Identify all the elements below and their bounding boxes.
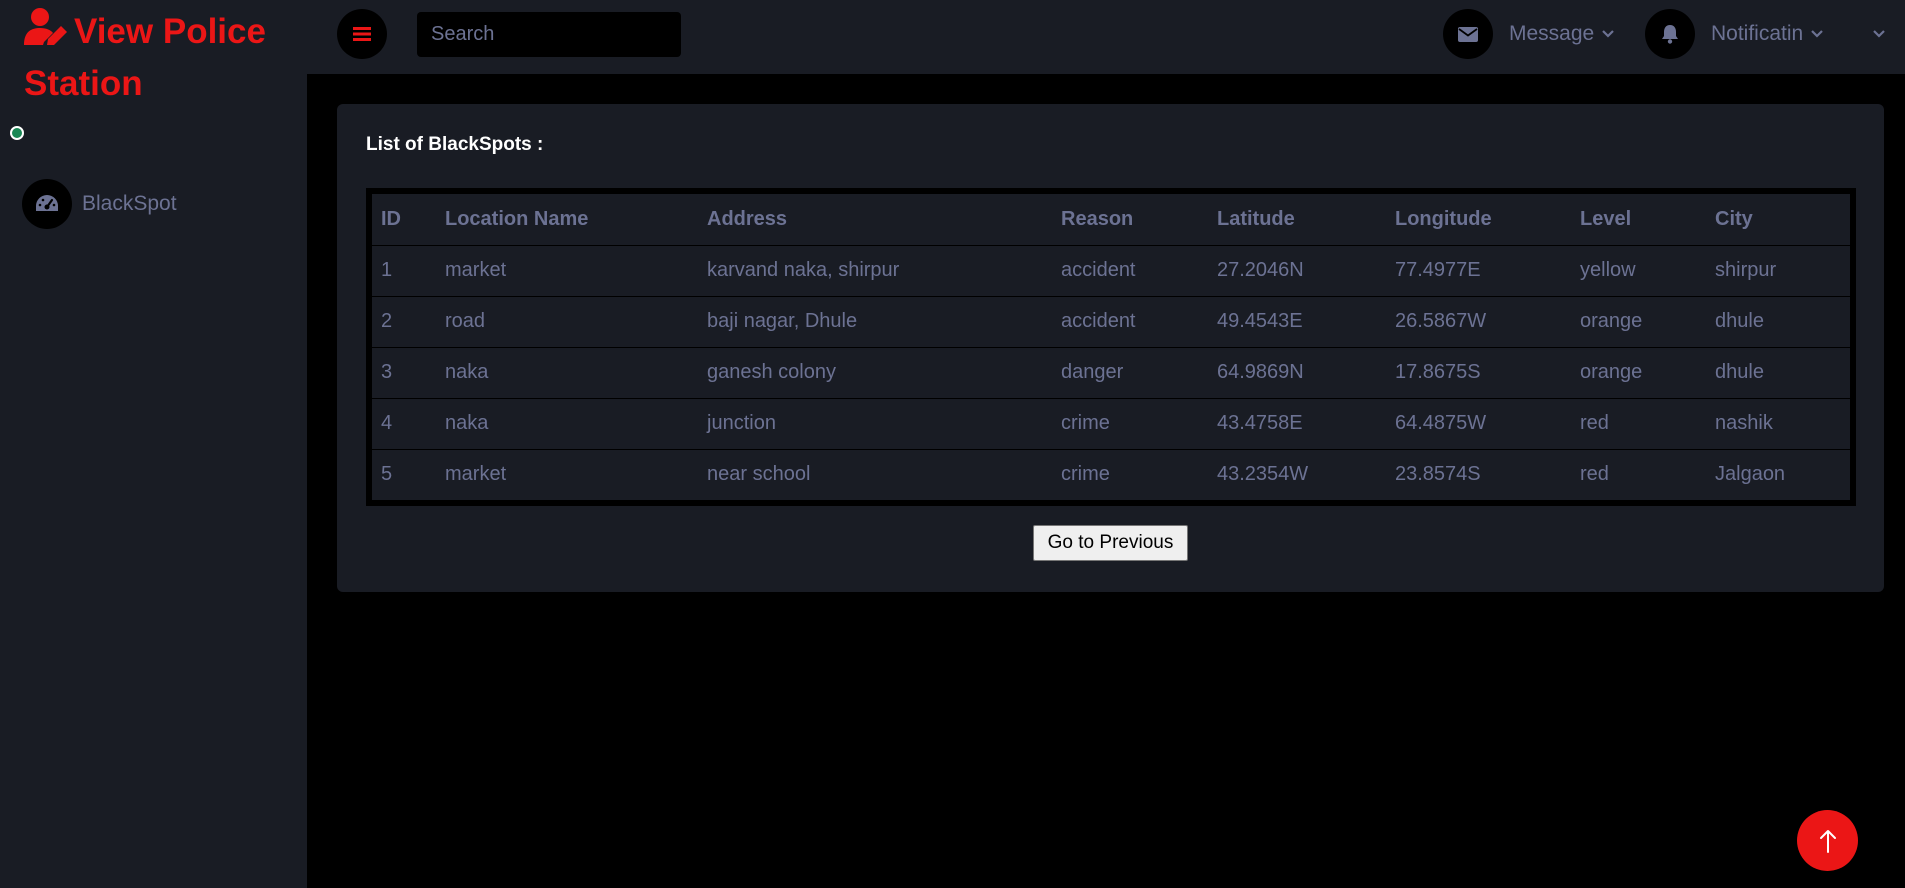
column-header-city: City [1706, 194, 1850, 246]
cell-level: yellow [1571, 245, 1706, 297]
cell-longitude: 23.8574S [1395, 463, 1481, 486]
table-header-row: ID Location Name Address Reason Latitude… [372, 194, 1850, 246]
cell-reason: accident [1052, 296, 1208, 348]
cell-id: 3 [372, 347, 436, 399]
back-to-top-button[interactable] [1797, 810, 1858, 871]
user-dropdown[interactable] [1865, 9, 1885, 59]
brand-title-link[interactable]: View Police Station [24, 6, 294, 110]
chevron-down-icon [1811, 30, 1823, 38]
bell-icon [1645, 9, 1695, 59]
table-row: 4 naka junction crime 43.4758E 64.4875W … [372, 398, 1850, 450]
sidebar: View Police Station BlackSpot [0, 0, 307, 888]
message-dropdown[interactable]: Message [1443, 9, 1614, 59]
table-row: 5 market near school crime 43.2354W 23.8… [372, 449, 1850, 500]
panel-title: List of BlackSpots : [366, 134, 544, 155]
go-to-previous-button[interactable]: Go to Previous [1033, 525, 1188, 561]
cell-reason: crime [1061, 463, 1110, 486]
blackspot-list-panel: List of BlackSpots : ID Location Name Ad… [337, 104, 1884, 592]
cell-reason: danger [1052, 347, 1208, 399]
cell-address: ganesh colony [698, 347, 1052, 399]
user-edit-icon [24, 8, 67, 45]
cell-location-name: road [436, 296, 698, 348]
cell-level: orange [1571, 296, 1706, 348]
online-status-dot [10, 126, 24, 140]
sidebar-item-label: BlackSpot [82, 192, 177, 215]
cell-longitude: 17.8675S [1386, 347, 1571, 399]
cell-reason: accident [1052, 245, 1208, 297]
cell-city: shirpur [1706, 245, 1850, 297]
top-navbar: Message Notificatin [307, 0, 1905, 74]
tachometer-icon [22, 179, 72, 229]
cell-latitude: 49.4543E [1208, 296, 1386, 348]
cell-id: 1 [372, 245, 436, 297]
cell-latitude: 43.2354W [1217, 463, 1309, 486]
blackspot-table-container: ID Location Name Address Reason Latitude… [366, 188, 1856, 506]
sidebar-toggle-button[interactable] [337, 9, 387, 59]
cell-city: dhule [1706, 347, 1850, 399]
cell-latitude: 64.9869N [1208, 347, 1386, 399]
cell-city: Jalgaon [1715, 463, 1786, 486]
table-row: 3 naka ganesh colony danger 64.9869N 17.… [372, 347, 1850, 399]
chevron-down-icon [1873, 30, 1885, 38]
cell-address: near school [707, 463, 811, 486]
cell-location-name: naka [436, 398, 698, 450]
cell-latitude: 43.4758E [1208, 398, 1386, 450]
cell-id: 2 [372, 296, 436, 348]
cell-location-name: market [436, 245, 698, 297]
cell-address: junction [698, 398, 1052, 450]
cell-location-name: market [445, 463, 507, 486]
cell-location-name: naka [436, 347, 698, 399]
column-header-reason: Reason [1052, 194, 1208, 246]
cell-level: red [1580, 463, 1609, 486]
column-header-address: Address [698, 194, 1052, 246]
message-label: Message [1509, 22, 1595, 45]
column-header-level: Level [1571, 194, 1706, 246]
blackspot-table: ID Location Name Address Reason Latitude… [372, 194, 1850, 500]
notification-dropdown[interactable]: Notificatin [1645, 9, 1823, 59]
cell-id: 5 [381, 463, 393, 486]
cell-address: baji nagar, Dhule [698, 296, 1052, 348]
cell-longitude: 77.4977E [1386, 245, 1571, 297]
cell-level: orange [1571, 347, 1706, 399]
envelope-icon [1443, 9, 1493, 59]
table-row: 1 market karvand naka, shirpur accident … [372, 245, 1850, 297]
notification-label: Notificatin [1711, 22, 1804, 45]
cell-longitude: 26.5867W [1386, 296, 1571, 348]
cell-address: karvand naka, shirpur [698, 245, 1052, 297]
cell-reason: crime [1052, 398, 1208, 450]
column-header-id: ID [372, 194, 436, 246]
chevron-down-icon [1602, 30, 1614, 38]
column-header-latitude: Latitude [1208, 194, 1386, 246]
cell-id: 4 [372, 398, 436, 450]
cell-longitude: 64.4875W [1386, 398, 1571, 450]
cell-level: red [1571, 398, 1706, 450]
column-header-location-name: Location Name [436, 194, 698, 246]
arrow-up-icon [1819, 829, 1836, 853]
sidebar-item-blackspot[interactable]: BlackSpot [22, 178, 292, 230]
search-input[interactable] [417, 12, 681, 57]
cell-city: dhule [1706, 296, 1850, 348]
table-row: 2 road baji nagar, Dhule accident 49.454… [372, 296, 1850, 348]
cell-city: nashik [1706, 398, 1850, 450]
column-header-longitude: Longitude [1386, 194, 1571, 246]
hamburger-menu-icon [353, 27, 371, 41]
cell-latitude: 27.2046N [1208, 245, 1386, 297]
